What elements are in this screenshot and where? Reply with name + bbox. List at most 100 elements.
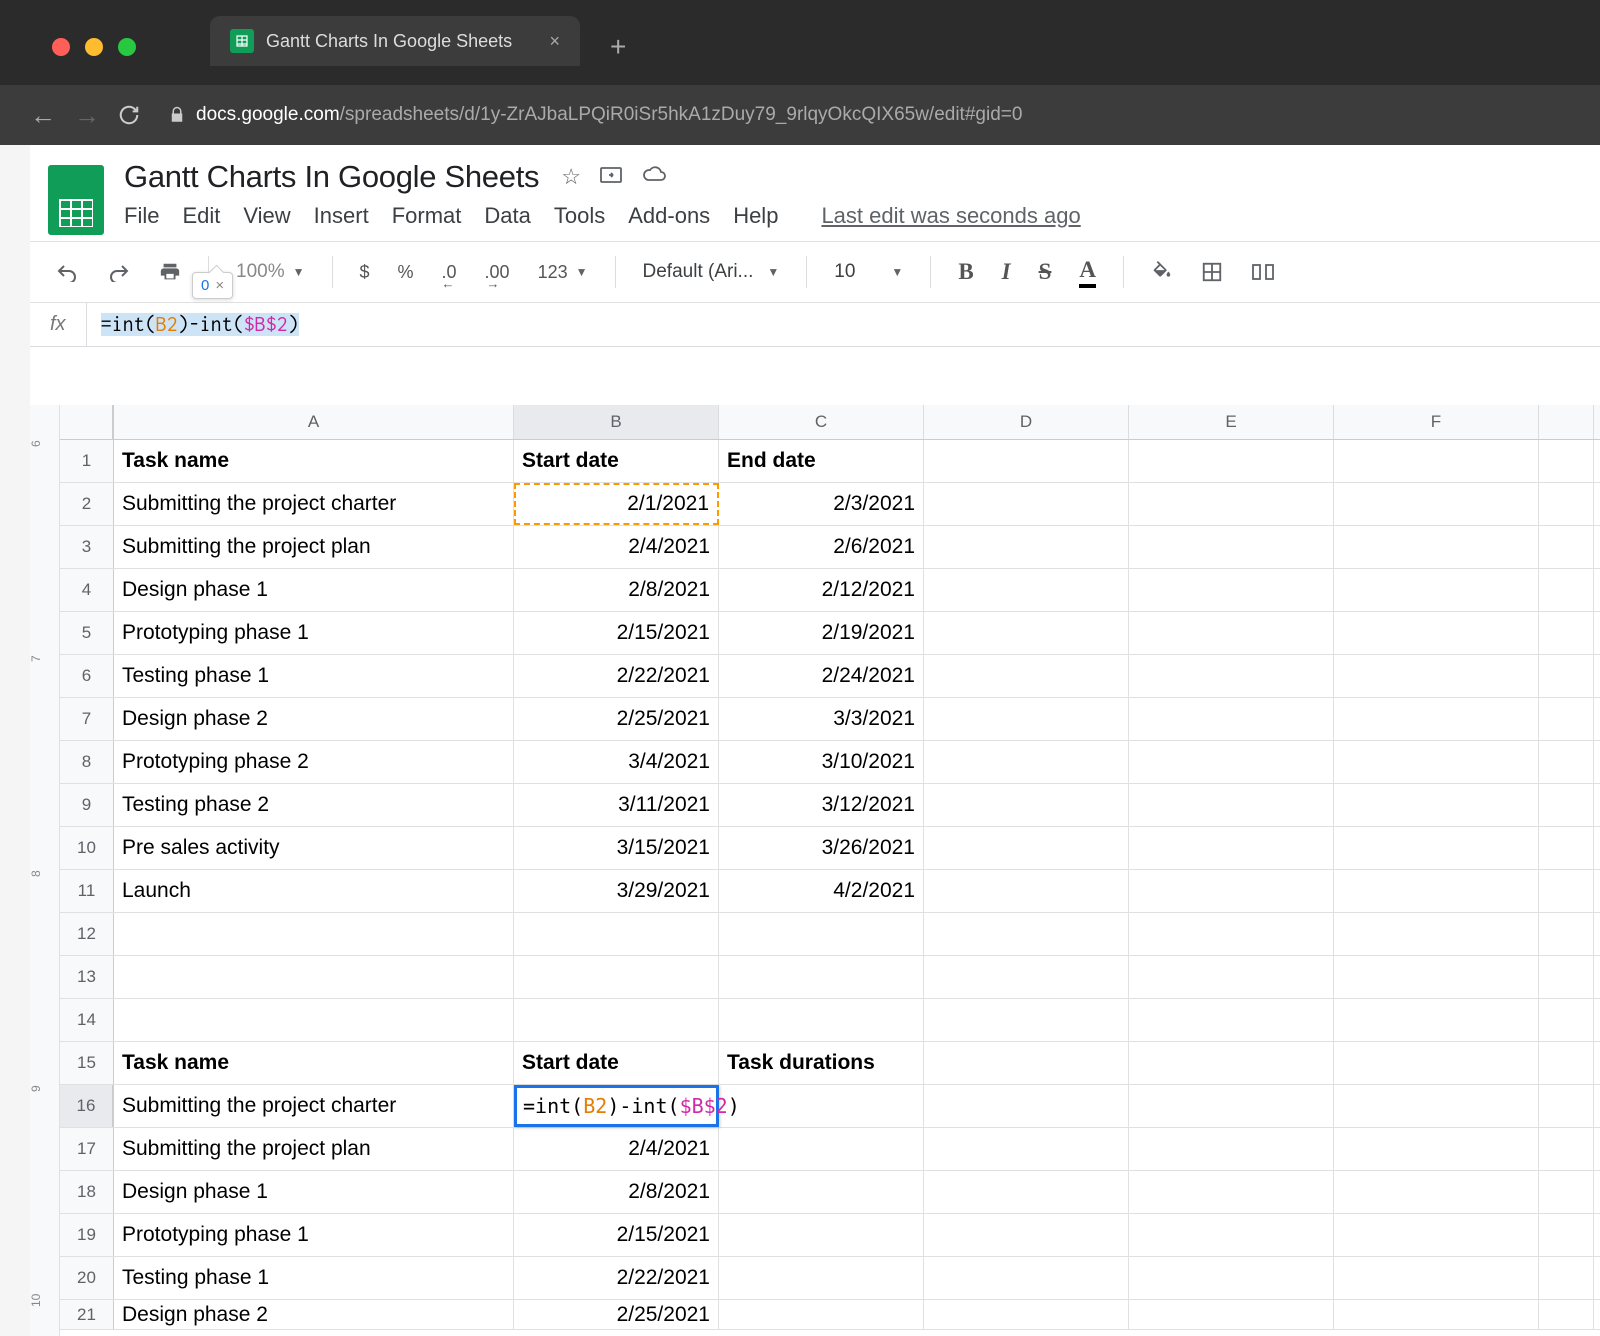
cell[interactable] <box>1334 612 1539 654</box>
redo-button[interactable] <box>102 259 136 285</box>
cell[interactable]: Task durations <box>719 1042 924 1084</box>
increase-decimal-button[interactable]: .00→ <box>480 259 515 286</box>
cell[interactable]: 2/25/2021 <box>514 1300 719 1329</box>
cell[interactable]: Task name <box>114 1042 514 1084</box>
cell[interactable]: 3/15/2021 <box>514 827 719 869</box>
cell[interactable]: 2/24/2021 <box>719 655 924 697</box>
cell[interactable] <box>1334 1300 1539 1329</box>
cell[interactable] <box>114 999 514 1041</box>
cell[interactable]: Prototyping phase 1 <box>114 612 514 654</box>
cell[interactable] <box>1539 1171 1594 1213</box>
row-header[interactable]: 19 <box>60 1214 114 1256</box>
browser-tab[interactable]: Gantt Charts In Google Sheets × <box>210 16 580 66</box>
print-button[interactable] <box>154 258 186 286</box>
cell[interactable] <box>924 526 1129 568</box>
cell[interactable] <box>1129 999 1334 1041</box>
row-header[interactable]: 8 <box>60 741 114 783</box>
cell[interactable] <box>924 1257 1129 1299</box>
col-header-d[interactable]: D <box>924 405 1129 439</box>
menu-help[interactable]: Help <box>733 203 778 229</box>
cell[interactable] <box>1129 913 1334 955</box>
cell[interactable] <box>719 999 924 1041</box>
menu-tools[interactable]: Tools <box>554 203 605 229</box>
move-button[interactable] <box>599 164 623 190</box>
row-header[interactable]: 6 <box>60 655 114 697</box>
row-header[interactable]: 2 <box>60 483 114 525</box>
menu-format[interactable]: Format <box>392 203 462 229</box>
row-header[interactable]: 11 <box>60 870 114 912</box>
url-box[interactable]: docs.google.com/spreadsheets/d/1y-ZrAJba… <box>168 104 1570 126</box>
undo-button[interactable] <box>50 259 84 285</box>
cell[interactable] <box>719 1171 924 1213</box>
cell[interactable] <box>719 1257 924 1299</box>
cell[interactable] <box>924 827 1129 869</box>
cell[interactable] <box>1334 526 1539 568</box>
cell[interactable] <box>719 1300 924 1329</box>
close-window-button[interactable] <box>52 38 70 56</box>
row-header[interactable]: 9 <box>60 784 114 826</box>
col-header-g[interactable] <box>1539 405 1594 439</box>
cell[interactable] <box>1334 741 1539 783</box>
cell[interactable] <box>1129 1042 1334 1084</box>
cell[interactable]: 2/22/2021 <box>514 1257 719 1299</box>
cloud-status-icon[interactable] <box>641 164 667 190</box>
cell[interactable] <box>1334 569 1539 611</box>
cell[interactable]: 2/12/2021 <box>719 569 924 611</box>
cell[interactable] <box>1539 1257 1594 1299</box>
decrease-decimal-button[interactable]: .0← <box>437 259 462 286</box>
back-button[interactable]: ← <box>30 100 56 131</box>
col-header-a[interactable]: A <box>114 405 514 439</box>
cell[interactable]: Start date <box>514 440 719 482</box>
menu-file[interactable]: File <box>124 203 159 229</box>
select-all-corner[interactable] <box>60 405 114 439</box>
italic-button[interactable]: I <box>997 256 1016 288</box>
last-edit-link[interactable]: Last edit was seconds ago <box>821 203 1080 229</box>
cell[interactable]: 4/2/2021 <box>719 870 924 912</box>
sheets-logo-icon[interactable] <box>48 165 104 235</box>
cell[interactable] <box>1539 526 1594 568</box>
font-select[interactable]: Default (Ari...▼ <box>638 258 785 286</box>
borders-button[interactable] <box>1196 258 1228 286</box>
cell[interactable] <box>514 956 719 998</box>
maximize-window-button[interactable] <box>118 38 136 56</box>
row-header[interactable]: 16 <box>60 1085 114 1127</box>
cell[interactable] <box>1334 827 1539 869</box>
cell[interactable] <box>1334 999 1539 1041</box>
cell[interactable]: Testing phase 2 <box>114 784 514 826</box>
cell[interactable] <box>1539 440 1594 482</box>
cell[interactable] <box>1334 1042 1539 1084</box>
menu-edit[interactable]: Edit <box>182 203 220 229</box>
cell[interactable] <box>1539 913 1594 955</box>
fill-color-button[interactable] <box>1146 258 1178 286</box>
cell[interactable] <box>1129 1300 1334 1329</box>
forward-button[interactable]: → <box>74 100 100 131</box>
cell[interactable]: 3/26/2021 <box>719 827 924 869</box>
cell[interactable]: 2/1/2021 <box>514 483 719 525</box>
cell[interactable] <box>924 612 1129 654</box>
cell[interactable] <box>1129 526 1334 568</box>
cell[interactable] <box>924 1214 1129 1256</box>
col-header-b[interactable]: B <box>514 405 719 439</box>
cell[interactable]: Submitting the project charter <box>114 483 514 525</box>
menu-data[interactable]: Data <box>484 203 530 229</box>
new-tab-button[interactable]: + <box>610 19 626 63</box>
cell[interactable]: Task name <box>114 440 514 482</box>
row-header[interactable]: 21 <box>60 1300 114 1329</box>
cell[interactable] <box>1129 483 1334 525</box>
cell[interactable] <box>1539 870 1594 912</box>
cell[interactable] <box>1539 1300 1594 1329</box>
font-size-select[interactable]: 10▼ <box>829 258 908 286</box>
cell[interactable] <box>1539 698 1594 740</box>
text-color-button[interactable]: A <box>1074 254 1101 291</box>
cell[interactable] <box>1334 440 1539 482</box>
cell[interactable] <box>1129 870 1334 912</box>
cell[interactable] <box>924 956 1129 998</box>
cell[interactable]: 2/25/2021 <box>514 698 719 740</box>
cell[interactable]: 3/11/2021 <box>514 784 719 826</box>
cell[interactable]: Launch <box>114 870 514 912</box>
cell[interactable] <box>924 440 1129 482</box>
cell[interactable] <box>1334 956 1539 998</box>
row-header[interactable]: 3 <box>60 526 114 568</box>
cell[interactable]: 2/8/2021 <box>514 1171 719 1213</box>
cell[interactable] <box>924 870 1129 912</box>
